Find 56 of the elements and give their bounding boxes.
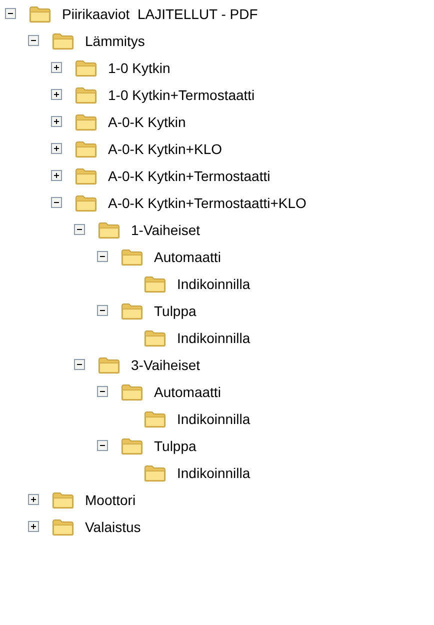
- folder-icon: [29, 4, 51, 22]
- folder-label[interactable]: 3-Vaiheiset: [131, 358, 200, 372]
- folder-label[interactable]: Indikoinnilla: [177, 330, 250, 344]
- expand-icon[interactable]: [51, 170, 62, 181]
- folder-label[interactable]: Piirikaaviot LAJITELLUT - PDF: [62, 6, 258, 20]
- expand-icon[interactable]: [51, 89, 62, 100]
- folder-label[interactable]: Automaatti: [154, 250, 221, 264]
- folder-icon: [121, 436, 143, 454]
- folder-icon: [75, 58, 97, 76]
- folder-icon: [98, 356, 120, 374]
- folder-label[interactable]: Automaatti: [154, 384, 221, 398]
- collapse-icon[interactable]: [51, 197, 62, 208]
- folder-icon: [121, 382, 143, 400]
- collapse-icon[interactable]: [74, 359, 85, 370]
- folder-label[interactable]: Lämmitys: [85, 34, 145, 48]
- folder-icon: [75, 140, 97, 158]
- folder-label[interactable]: 1-0 Kytkin+Termostaatti: [108, 88, 255, 102]
- folder-icon: [75, 194, 97, 212]
- expand-icon[interactable]: [51, 62, 62, 73]
- collapse-icon[interactable]: [97, 386, 108, 397]
- folder-icon: [75, 86, 97, 104]
- folder-label[interactable]: Indikoinnilla: [177, 466, 250, 480]
- collapse-icon[interactable]: [74, 224, 85, 235]
- folder-icon: [144, 328, 166, 346]
- collapse-icon[interactable]: [97, 251, 108, 262]
- collapse-icon[interactable]: [97, 440, 108, 451]
- folder-label[interactable]: A-0-K Kytkin+Termostaatti: [108, 168, 270, 182]
- folder-label[interactable]: Indikoinnilla: [177, 276, 250, 290]
- folder-label[interactable]: Indikoinnilla: [177, 412, 250, 426]
- folder-icon: [121, 302, 143, 320]
- expand-icon[interactable]: [51, 143, 62, 154]
- expand-icon[interactable]: [51, 116, 62, 127]
- collapse-icon[interactable]: [28, 35, 39, 46]
- folder-label[interactable]: A-0-K Kytkin+KLO: [108, 142, 222, 156]
- folder-icon: [52, 518, 74, 536]
- folder-icon: [75, 166, 97, 184]
- folder-icon: [52, 32, 74, 50]
- folder-label[interactable]: 1-Vaiheiset: [131, 222, 200, 236]
- collapse-icon[interactable]: [5, 8, 16, 19]
- folder-label[interactable]: A-0-K Kytkin+Termostaatti+KLO: [108, 196, 306, 210]
- folder-icon: [121, 248, 143, 266]
- folder-icon: [144, 464, 166, 482]
- collapse-icon[interactable]: [97, 305, 108, 316]
- folder-label[interactable]: Tulppa: [154, 304, 196, 318]
- folder-label[interactable]: Tulppa: [154, 438, 196, 452]
- folder-icon: [75, 112, 97, 130]
- folder-label[interactable]: Valaistus: [85, 520, 141, 534]
- folder-label[interactable]: Moottori: [85, 492, 136, 506]
- folder-label[interactable]: 1-0 Kytkin: [108, 60, 170, 74]
- expand-icon[interactable]: [28, 494, 39, 505]
- folder-icon: [144, 410, 166, 428]
- folder-icon: [52, 490, 74, 508]
- folder-label[interactable]: A-0-K Kytkin: [108, 114, 186, 128]
- folder-icon: [98, 220, 120, 238]
- folder-icon: [144, 274, 166, 292]
- expand-icon[interactable]: [28, 521, 39, 532]
